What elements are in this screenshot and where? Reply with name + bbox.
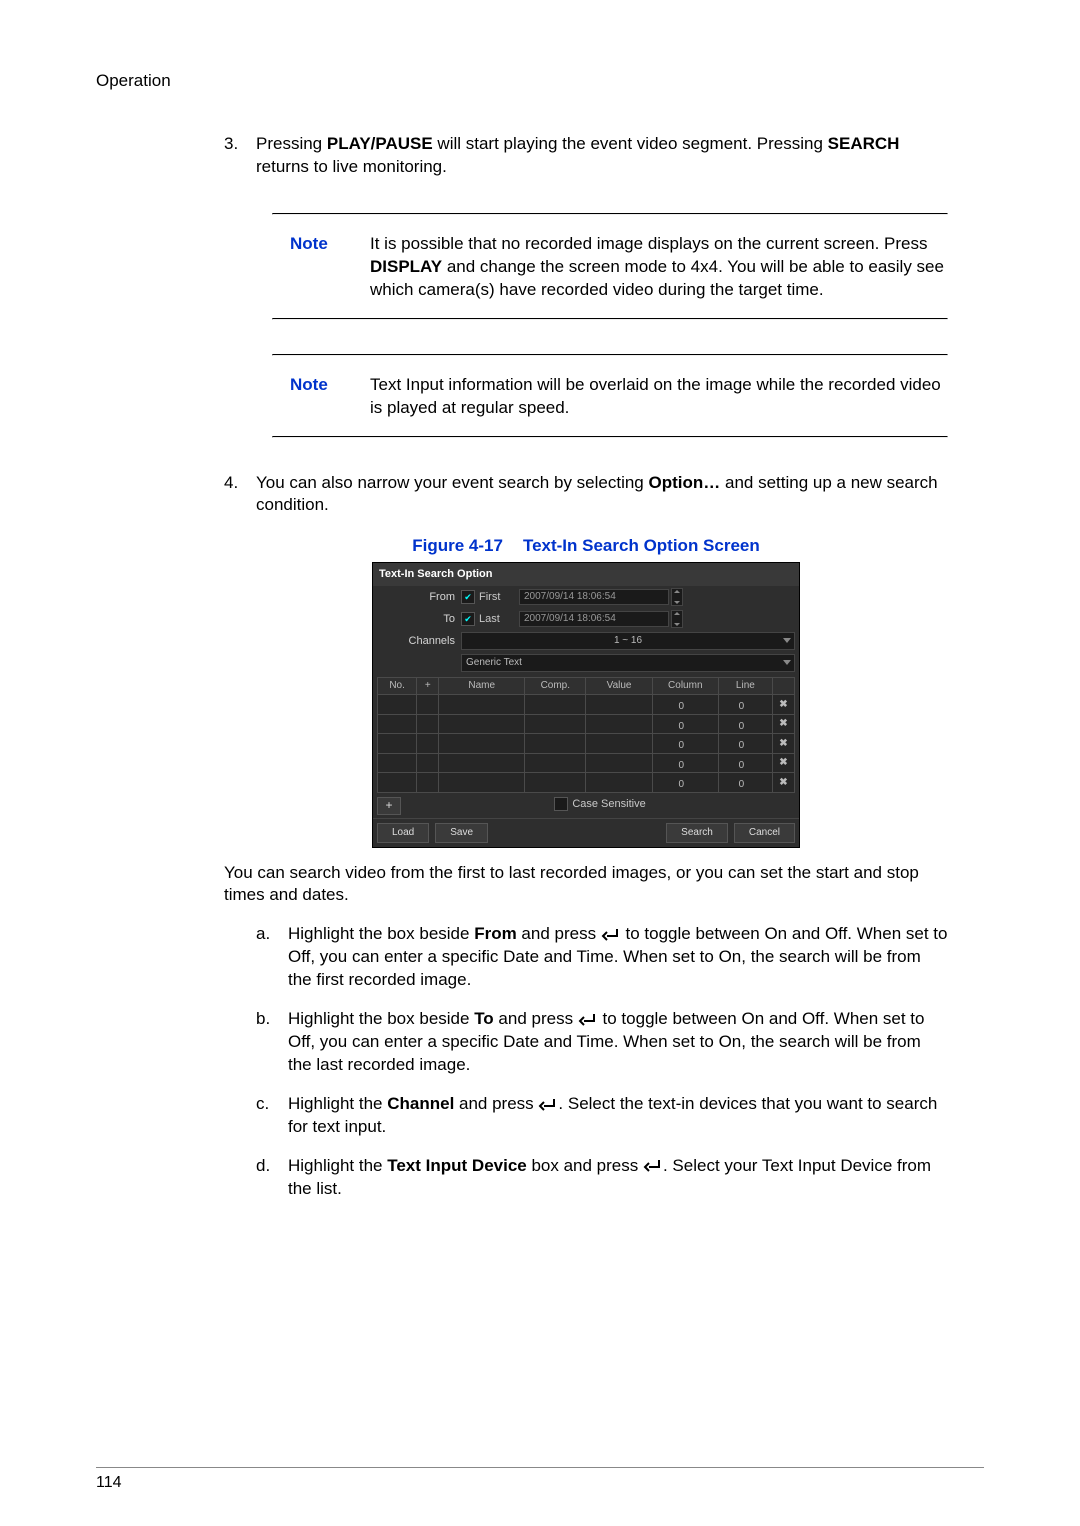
th-line: Line: [718, 678, 772, 695]
last-checkbox[interactable]: ✔: [461, 612, 475, 626]
table-row[interactable]: 00✖: [378, 734, 795, 754]
to-spinner[interactable]: [671, 610, 683, 628]
bold: Option…: [649, 473, 721, 492]
table-row[interactable]: 00✖: [378, 714, 795, 734]
bold: To: [474, 1009, 494, 1028]
txt: will start playing the event video segme…: [433, 134, 828, 153]
enter-icon: [578, 1013, 598, 1027]
letter-d: d.: [256, 1155, 288, 1201]
th-value: Value: [586, 678, 652, 695]
substep-a: a. Highlight the box beside From and pre…: [256, 923, 948, 992]
text-in-search-option-dialog: Text-In Search Option From ✔ First 2007/…: [372, 562, 800, 847]
note-label: Note: [290, 233, 370, 302]
section-title: Operation: [96, 70, 984, 93]
enter-icon: [601, 928, 621, 942]
txt: Highlight the: [288, 1156, 387, 1175]
bold: DISPLAY: [370, 257, 442, 276]
note-label: Note: [290, 374, 370, 420]
add-row-button[interactable]: +: [377, 797, 401, 815]
bold: PLAY/PAUSE: [327, 134, 433, 153]
letter-b: b.: [256, 1008, 288, 1077]
table-row[interactable]: 00✖: [378, 753, 795, 773]
first-checkbox[interactable]: ✔: [461, 590, 475, 604]
delete-row-icon[interactable]: ✖: [772, 734, 794, 754]
txt: Highlight the: [288, 1094, 387, 1113]
from-spinner[interactable]: [671, 588, 683, 606]
delete-row-icon[interactable]: ✖: [772, 695, 794, 715]
txt: You can also narrow your event search by…: [256, 473, 649, 492]
substep-d: d. Highlight the Text Input Device box a…: [256, 1155, 948, 1201]
note-text: It is possible that no recorded image di…: [370, 233, 948, 302]
substep-c: c. Highlight the Channel and press . Sel…: [256, 1093, 948, 1139]
txt: and press: [517, 924, 601, 943]
txt: Highlight the box beside: [288, 924, 474, 943]
hr: [272, 436, 948, 438]
substep-b: b. Highlight the box beside To and press…: [256, 1008, 948, 1077]
channels-label: Channels: [377, 634, 461, 649]
enter-icon: [643, 1159, 663, 1173]
table-row[interactable]: 00✖: [378, 773, 795, 793]
txt: and change the screen mode to 4x4. You w…: [370, 257, 944, 299]
conditions-table: No. + Name Comp. Value Column Line 00✖ 0…: [377, 677, 795, 793]
txt: It is possible that no recorded image di…: [370, 234, 928, 253]
from-datetime-field[interactable]: 2007/09/14 18:06:54: [519, 589, 669, 605]
step-4: 4. You can also narrow your event search…: [224, 472, 948, 518]
txt: box and press: [527, 1156, 643, 1175]
step-num-3: 3.: [224, 133, 256, 179]
load-button[interactable]: Load: [377, 823, 429, 843]
letter-c: c.: [256, 1093, 288, 1139]
txt: returns to live monitoring.: [256, 157, 447, 176]
figure-number: Figure 4-17: [412, 536, 503, 555]
delete-row-icon[interactable]: ✖: [772, 773, 794, 793]
th-no: No.: [378, 678, 417, 695]
th-plus: +: [417, 678, 439, 695]
to-datetime-field[interactable]: 2007/09/14 18:06:54: [519, 611, 669, 627]
bold: Channel: [387, 1094, 454, 1113]
figure-title: Text-In Search Option Screen: [523, 536, 760, 555]
note-block-1: Note It is possible that no recorded ima…: [272, 213, 948, 320]
delete-row-icon[interactable]: ✖: [772, 714, 794, 734]
step-num-4: 4.: [224, 472, 256, 518]
hr: [272, 318, 948, 320]
case-sensitive-checkbox[interactable]: [554, 797, 568, 811]
from-label: From: [377, 590, 461, 605]
figure-caption: Figure 4-17 Text-In Search Option Screen: [224, 535, 948, 558]
th-comp: Comp.: [525, 678, 586, 695]
after-figure-text: You can search video from the first to l…: [224, 862, 948, 908]
last-label: Last: [479, 612, 519, 627]
step-3: 3. Pressing PLAY/PAUSE will start playin…: [224, 133, 948, 179]
bold: SEARCH: [828, 134, 900, 153]
txt: and press: [494, 1009, 578, 1028]
case-sensitive-label: Case Sensitive: [572, 797, 645, 812]
step-4-text: You can also narrow your event search by…: [256, 472, 948, 518]
txt: Pressing: [256, 134, 327, 153]
th-column: Column: [652, 678, 718, 695]
delete-row-icon[interactable]: ✖: [772, 753, 794, 773]
th-del: [772, 678, 794, 695]
save-button[interactable]: Save: [435, 823, 488, 843]
page-number: 114: [96, 1472, 122, 1494]
note-block-2: Note Text Input information will be over…: [272, 354, 948, 438]
txt: Highlight the box beside: [288, 1009, 474, 1028]
bold: Text Input Device: [387, 1156, 527, 1175]
to-label: To: [377, 612, 461, 627]
table-row[interactable]: 00✖: [378, 695, 795, 715]
letter-a: a.: [256, 923, 288, 992]
bold: From: [474, 924, 517, 943]
cancel-button[interactable]: Cancel: [734, 823, 795, 843]
step-3-text: Pressing PLAY/PAUSE will start playing t…: [256, 133, 948, 179]
th-name: Name: [439, 678, 525, 695]
text-input-device-select[interactable]: Generic Text: [461, 654, 795, 672]
txt: and press: [454, 1094, 538, 1113]
footer-rule: [96, 1467, 984, 1468]
channels-select[interactable]: 1 ~ 16: [461, 632, 795, 650]
first-label: First: [479, 590, 519, 605]
dialog-title: Text-In Search Option: [373, 563, 799, 586]
enter-icon: [538, 1098, 558, 1112]
search-button[interactable]: Search: [666, 823, 728, 843]
note-text: Text Input information will be overlaid …: [370, 374, 948, 420]
